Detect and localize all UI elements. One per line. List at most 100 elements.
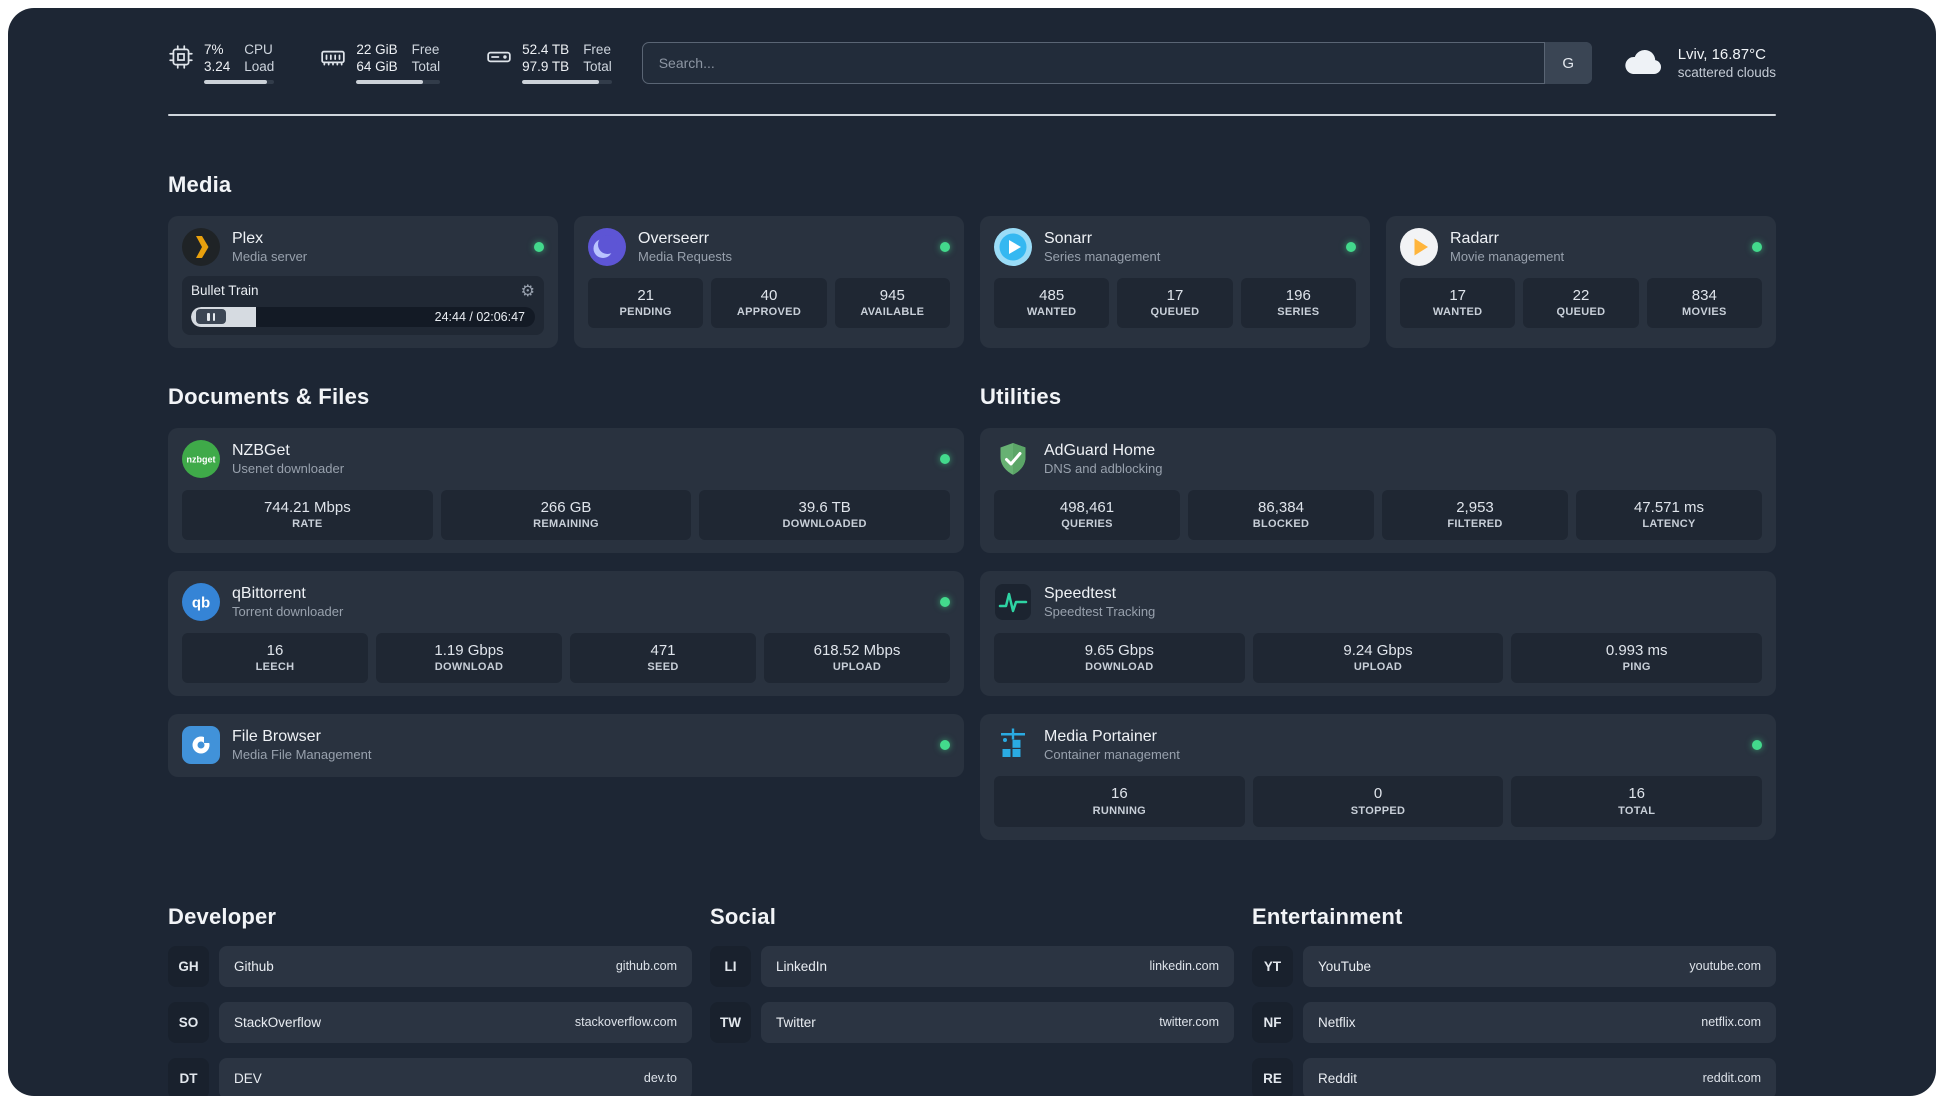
memory-free-label: Free bbox=[411, 42, 440, 57]
stat-value: 0.993 ms bbox=[1605, 641, 1668, 659]
bookmark-group-social: Social LI LinkedIn linkedin.com TW Twitt… bbox=[710, 904, 1234, 1096]
stat-tile: 2,953 FILTERED bbox=[1382, 489, 1568, 540]
memory-bar bbox=[356, 80, 441, 84]
stat-label: PENDING bbox=[619, 306, 672, 318]
stat-value: 196 bbox=[1285, 286, 1311, 304]
stat-tile: 40 APPROVED bbox=[711, 277, 827, 328]
service-card-sonarr[interactable]: Sonarr Series management 485 WANTED 17 Q… bbox=[980, 215, 1370, 348]
section-title-media: Media bbox=[168, 171, 232, 197]
bookmark-name: Github bbox=[234, 958, 274, 974]
status-dot bbox=[1752, 740, 1762, 751]
cpu-load-label: Load bbox=[244, 59, 275, 74]
stat-value: 485 bbox=[1039, 286, 1065, 304]
status-dot bbox=[1346, 241, 1356, 252]
service-card-radarr[interactable]: Radarr Movie management 17 WANTED 22 QUE… bbox=[1386, 215, 1776, 348]
bookmark-domain: reddit.com bbox=[1702, 1071, 1761, 1086]
stat-value: 21 bbox=[637, 286, 654, 304]
stat-label: LEECH bbox=[255, 661, 295, 674]
portainer-icon bbox=[994, 726, 1032, 764]
section-title-developer: Developer bbox=[168, 903, 277, 929]
bookmark-pill: StackOverflow stackoverflow.com bbox=[219, 1001, 692, 1043]
bookmark-name: LinkedIn bbox=[776, 958, 828, 974]
bookmark-stackoverflow[interactable]: SO StackOverflow stackoverflow.com bbox=[168, 1001, 692, 1043]
service-card-nzbget[interactable]: nzbget NZBGet Usenet downloader 744.21 M… bbox=[168, 427, 964, 553]
sonarr-icon bbox=[994, 227, 1032, 266]
service-card-filebrowser[interactable]: File Browser Media File Management bbox=[168, 714, 964, 778]
service-card-portainer[interactable]: Media Portainer Container management 16 … bbox=[980, 714, 1776, 840]
bookmark-abbr: RE bbox=[1252, 1057, 1293, 1096]
gear-icon[interactable]: ⚙ bbox=[521, 282, 535, 299]
service-description: DNS and adblocking bbox=[1044, 460, 1163, 476]
bookmark-reddit[interactable]: RE Reddit reddit.com bbox=[1252, 1057, 1776, 1096]
bookmark-linkedin[interactable]: LI LinkedIn linkedin.com bbox=[710, 945, 1234, 987]
service-name: NZBGet bbox=[232, 441, 290, 459]
adguard-icon bbox=[994, 440, 1032, 478]
search-input[interactable] bbox=[641, 42, 1592, 84]
cpu-icon bbox=[168, 44, 194, 70]
stat-value: 0 bbox=[1373, 785, 1383, 803]
status-dot bbox=[940, 241, 950, 252]
service-card-overseerr[interactable]: Overseerr Media Requests 21 PENDING 40 A… bbox=[574, 215, 964, 348]
service-name: File Browser bbox=[232, 728, 321, 746]
bookmark-abbr: NF bbox=[1252, 1001, 1293, 1043]
stat-label: STOPPED bbox=[1350, 804, 1406, 817]
stat-value: 17 bbox=[1166, 286, 1184, 304]
stat-tile: 0.993 ms PING bbox=[1511, 632, 1763, 684]
service-card-adguard[interactable]: AdGuard Home DNS and adblocking 498,461 … bbox=[980, 427, 1776, 553]
section-utilities: Utilities AdGuard Home DNS and adblockin… bbox=[980, 384, 1776, 840]
stat-label: RUNNING bbox=[1092, 804, 1147, 817]
cpu-bar bbox=[204, 80, 275, 84]
stat-label: QUEUED bbox=[1556, 306, 1606, 318]
stat-tile: 485 WANTED bbox=[994, 277, 1110, 328]
stat-tile: 498,461 QUERIES bbox=[994, 489, 1180, 540]
disk-bar bbox=[522, 80, 612, 84]
stat-tile: 16 TOTAL bbox=[1511, 776, 1763, 827]
bookmark-youtube[interactable]: YT YouTube youtube.com bbox=[1252, 945, 1776, 987]
stat-tile: 47.571 ms LATENCY bbox=[1576, 489, 1762, 540]
resource-widget-disk: 52.4 TB 97.9 TB Free Total bbox=[486, 42, 612, 84]
top-bar: 7% 3.24 CPU Load 22 GiB 64 GiB Free Tota… bbox=[168, 42, 1776, 84]
stat-value: 9.65 Gbps bbox=[1084, 641, 1154, 659]
stat-tile: 1.19 Gbps DOWNLOAD bbox=[376, 632, 562, 684]
search-provider-button[interactable]: G bbox=[1543, 42, 1592, 84]
service-card-qbittorrent[interactable]: qb qBittorrent Torrent downloader 16 LEE… bbox=[168, 570, 964, 697]
disk-free-label: Free bbox=[583, 42, 611, 57]
stat-value: 498,461 bbox=[1059, 498, 1115, 516]
service-description: Media Requests bbox=[638, 248, 732, 264]
bookmark-pill: Reddit reddit.com bbox=[1303, 1057, 1776, 1096]
bookmark-abbr: LI bbox=[710, 945, 751, 987]
service-name: Overseerr bbox=[638, 229, 710, 247]
svg-text:nzbget: nzbget bbox=[187, 454, 216, 464]
bookmark-abbr: DT bbox=[168, 1057, 209, 1096]
bookmark-pill: LinkedIn linkedin.com bbox=[761, 945, 1234, 987]
stat-tile: 16 LEECH bbox=[182, 632, 368, 684]
stat-label: AVAILABLE bbox=[860, 306, 925, 318]
svg-text:qb: qb bbox=[192, 594, 210, 611]
section-documents: Documents & Files nzbget NZBGet Usenet d… bbox=[168, 384, 964, 778]
cpu-usage-value: 7% bbox=[204, 42, 224, 57]
stat-tile: 266 GB REMAINING bbox=[440, 489, 692, 540]
bookmark-twitter[interactable]: TW Twitter twitter.com bbox=[710, 1001, 1234, 1043]
stat-label: UPLOAD bbox=[832, 661, 882, 674]
service-description: Movie management bbox=[1450, 248, 1565, 264]
bookmark-group-developer: Developer GH Github github.com SO StackO… bbox=[168, 904, 692, 1096]
playback-progress-bar[interactable]: 24:44 / 02:06:47 bbox=[191, 306, 535, 327]
speedtest-icon bbox=[994, 583, 1032, 621]
status-dot bbox=[940, 453, 950, 464]
bookmark-github[interactable]: GH Github github.com bbox=[168, 945, 692, 987]
service-description: Torrent downloader bbox=[232, 603, 344, 619]
stat-value: 17 bbox=[1449, 286, 1466, 304]
service-name: AdGuard Home bbox=[1044, 441, 1156, 459]
stat-label: FILTERED bbox=[1447, 518, 1503, 530]
bookmark-dev[interactable]: DT DEV dev.to bbox=[168, 1057, 692, 1096]
service-card-speedtest[interactable]: Speedtest Speedtest Tracking 9.65 Gbps D… bbox=[980, 570, 1776, 697]
section-media: Media Plex Media server Bullet Train ⚙ 2… bbox=[168, 172, 1776, 348]
service-card-plex[interactable]: Plex Media server Bullet Train ⚙ 24:44 /… bbox=[168, 215, 558, 348]
stat-label: RATE bbox=[292, 518, 323, 530]
bookmark-group-entertainment: Entertainment YT YouTube youtube.com NF … bbox=[1252, 904, 1776, 1096]
bookmark-netflix[interactable]: NF Netflix netflix.com bbox=[1252, 1001, 1776, 1043]
stat-value: 39.6 TB bbox=[798, 498, 851, 516]
stat-label: MOVIES bbox=[1682, 306, 1727, 318]
plex-icon bbox=[182, 227, 220, 266]
pause-button[interactable] bbox=[196, 309, 226, 324]
